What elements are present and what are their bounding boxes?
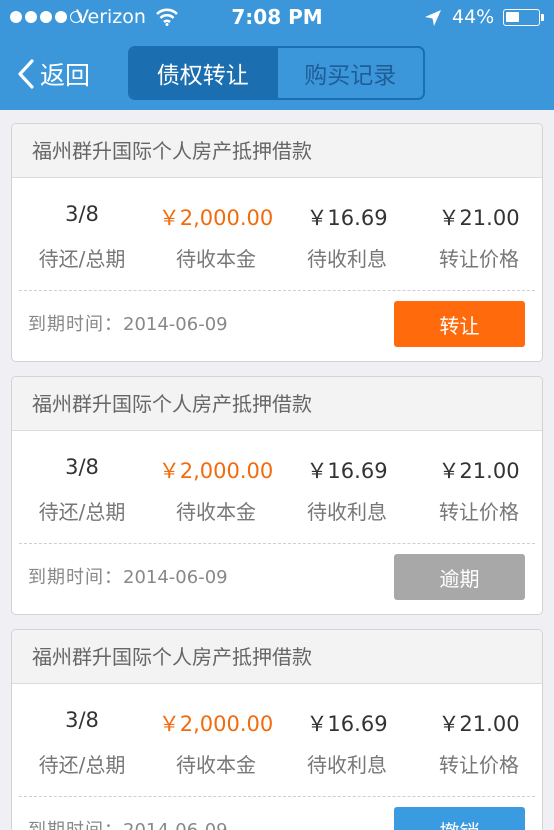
due-date-value: 2014-06-09 xyxy=(123,314,228,335)
nav-bar: 返回 债权转让 购买记录 xyxy=(0,36,554,110)
due-date-label: 到期时间： xyxy=(28,567,123,588)
loan-card: 福州群升国际个人房产抵押借款 3/8 待还/总期 ￥2,000.00 待收本金 … xyxy=(11,629,543,830)
loan-card: 福州群升国际个人房产抵押借款 3/8 待还/总期 ￥2,000.00 待收本金 … xyxy=(11,376,543,615)
due-date: 到期时间：2014-06-09 xyxy=(28,563,228,589)
due-date: 到期时间：2014-06-09 xyxy=(28,310,228,336)
principal-value: ￥2,000.00 xyxy=(158,459,274,483)
due-date-value: 2014-06-09 xyxy=(123,820,228,830)
transfer-price-label: 转让价格 xyxy=(439,247,519,271)
back-button[interactable]: 返回 xyxy=(16,56,90,92)
loan-title: 福州群升国际个人房产抵押借款 xyxy=(12,124,542,178)
periods-label: 待还/总期 xyxy=(38,753,126,777)
principal-label: 待收本金 xyxy=(176,500,256,524)
status-bar: Verizon 7:08 PM 44% xyxy=(0,0,554,36)
chevron-left-icon xyxy=(18,59,34,89)
principal-label: 待收本金 xyxy=(176,247,256,271)
interest-value: ￥16.69 xyxy=(306,459,388,483)
loan-stats: 3/8 待还/总期 ￥2,000.00 待收本金 ￥16.69 待收利息 ￥21… xyxy=(12,431,542,543)
periods-label: 待还/总期 xyxy=(38,500,126,524)
periods-value: 3/8 xyxy=(65,455,99,479)
loan-title: 福州群升国际个人房产抵押借款 xyxy=(12,377,542,431)
transfer-price-value: ￥21.00 xyxy=(438,206,520,230)
transfer-price-label: 转让价格 xyxy=(439,500,519,524)
transfer-price-label: 转让价格 xyxy=(439,753,519,777)
principal-value: ￥2,000.00 xyxy=(158,206,274,230)
interest-label: 待收利息 xyxy=(307,753,387,777)
cancel-button[interactable]: 撤销 xyxy=(394,807,525,830)
location-arrow-icon xyxy=(425,10,441,26)
due-date: 到期时间：2014-06-09 xyxy=(28,816,228,830)
due-date-label: 到期时间： xyxy=(28,820,123,830)
periods-value: 3/8 xyxy=(65,202,99,226)
transfer-price-value: ￥21.00 xyxy=(438,459,520,483)
segmented-control: 债权转让 购买记录 xyxy=(128,46,425,100)
app-header: Verizon 7:08 PM 44% 返回 债权转让 购买记录 xyxy=(0,0,554,110)
dashed-divider xyxy=(19,543,535,544)
loan-stats: 3/8 待还/总期 ￥2,000.00 待收本金 ￥16.69 待收利息 ￥21… xyxy=(12,684,542,796)
due-date-value: 2014-06-09 xyxy=(123,567,228,588)
loan-card: 福州群升国际个人房产抵押借款 3/8 待还/总期 ￥2,000.00 待收本金 … xyxy=(11,123,543,362)
overdue-button[interactable]: 逾期 xyxy=(394,554,525,600)
transfer-button[interactable]: 转让 xyxy=(394,301,525,347)
battery-percentage: 44% xyxy=(452,6,495,28)
tab-purchase-records[interactable]: 购买记录 xyxy=(275,48,424,98)
principal-label: 待收本金 xyxy=(176,753,256,777)
battery-icon xyxy=(503,9,544,26)
periods-value: 3/8 xyxy=(65,708,99,732)
periods-label: 待还/总期 xyxy=(38,247,126,271)
dashed-divider xyxy=(19,796,535,797)
transfer-price-value: ￥21.00 xyxy=(438,712,520,736)
interest-value: ￥16.69 xyxy=(306,712,388,736)
back-button-label: 返回 xyxy=(40,61,91,90)
tab-debt-transfer[interactable]: 债权转让 xyxy=(130,48,276,98)
principal-value: ￥2,000.00 xyxy=(158,712,274,736)
due-date-label: 到期时间： xyxy=(28,314,123,335)
interest-label: 待收利息 xyxy=(307,500,387,524)
dashed-divider xyxy=(19,290,535,291)
loan-title: 福州群升国际个人房产抵押借款 xyxy=(12,630,542,684)
interest-value: ￥16.69 xyxy=(306,206,388,230)
loan-stats: 3/8 待还/总期 ￥2,000.00 待收本金 ￥16.69 待收利息 ￥21… xyxy=(12,178,542,290)
interest-label: 待收利息 xyxy=(307,247,387,271)
